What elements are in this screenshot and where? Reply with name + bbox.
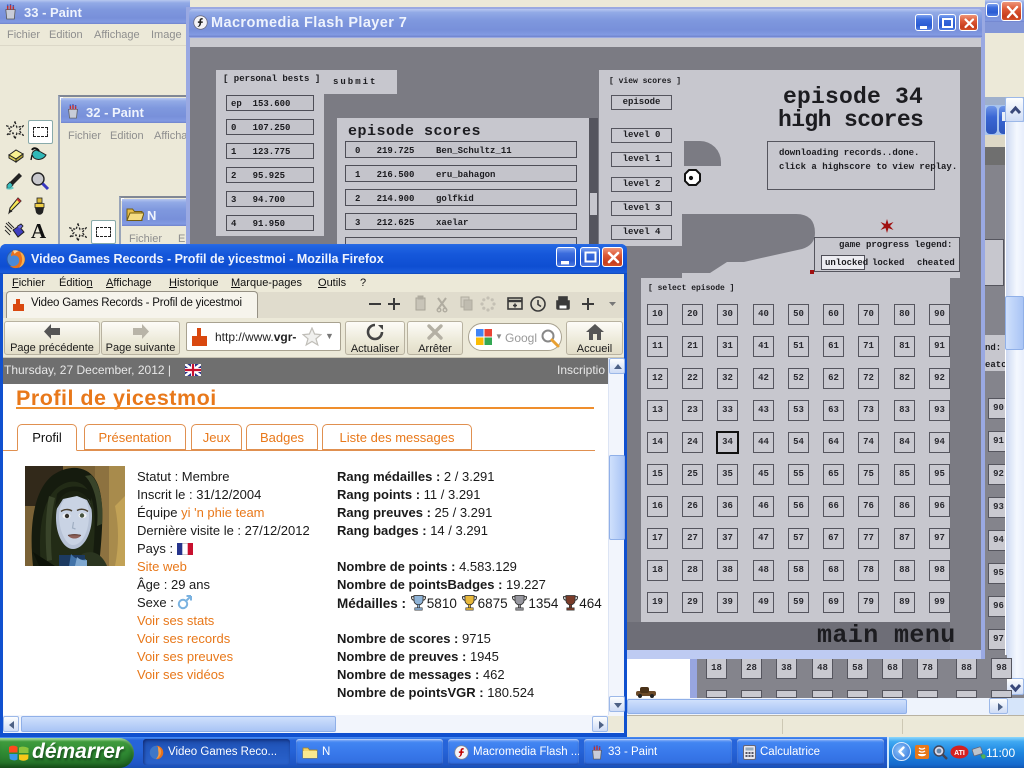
- svg-text:ATI: ATI: [954, 750, 965, 757]
